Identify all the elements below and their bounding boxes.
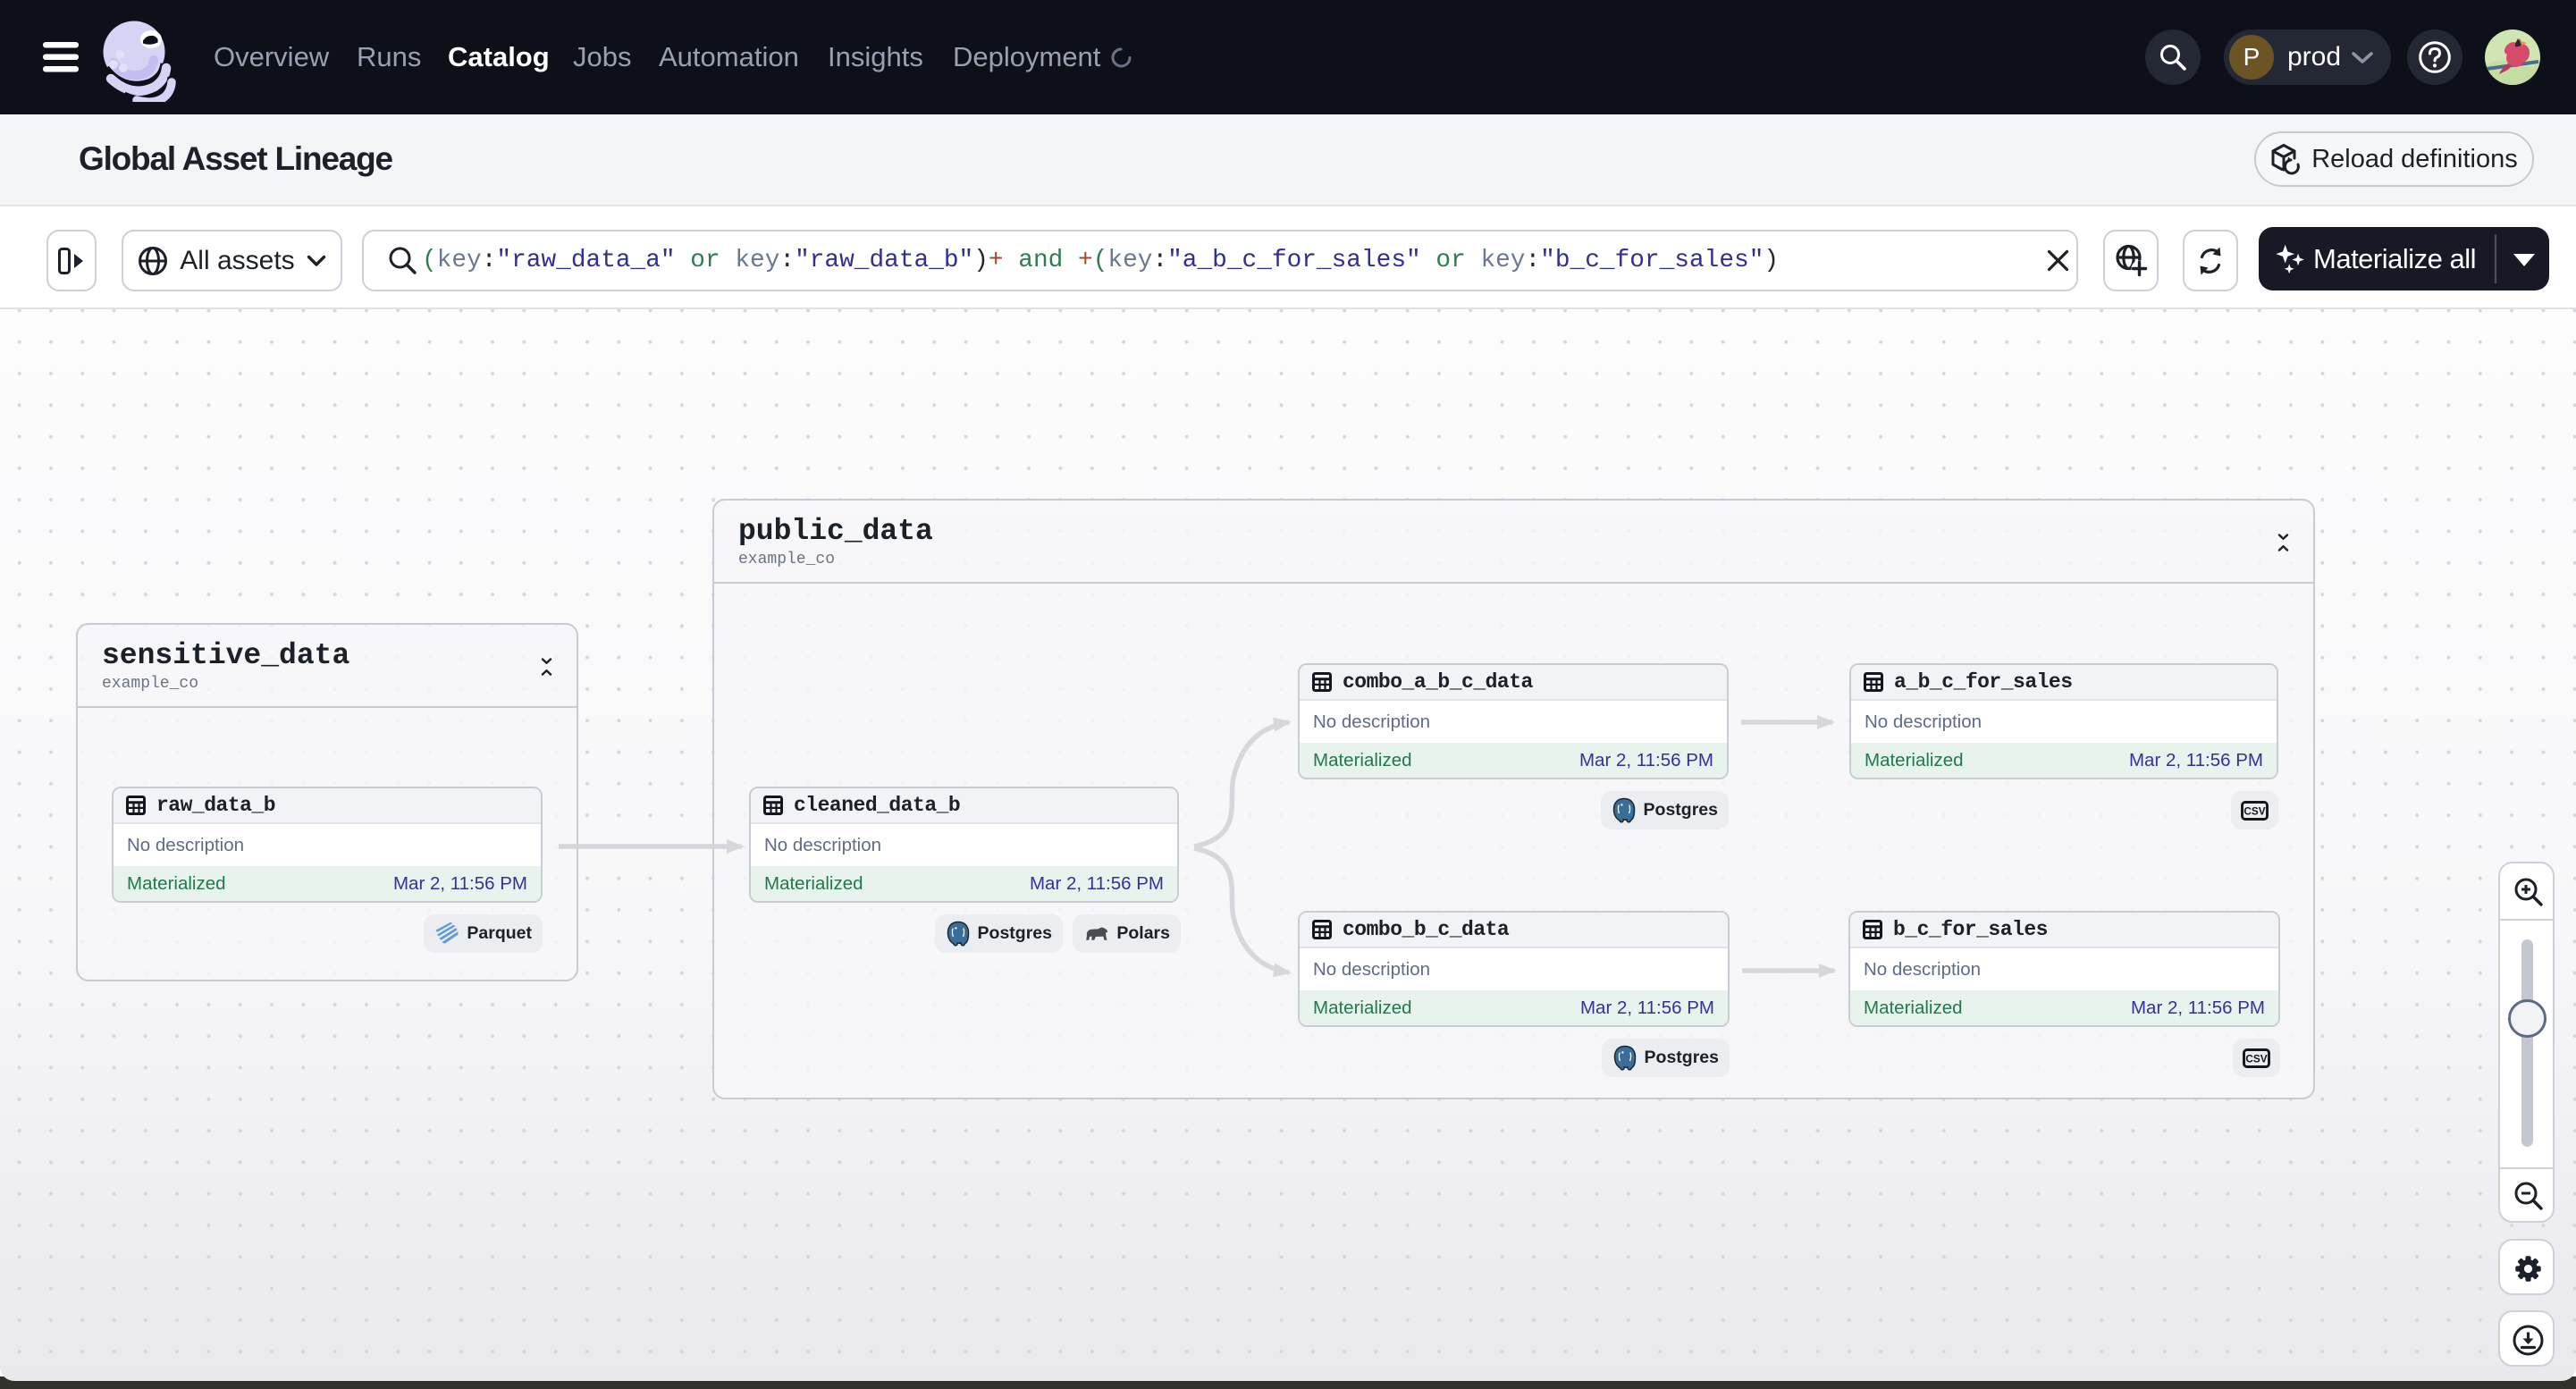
svg-text:CSV: CSV xyxy=(2243,804,2265,817)
svg-text:CSV: CSV xyxy=(2245,1052,2267,1065)
